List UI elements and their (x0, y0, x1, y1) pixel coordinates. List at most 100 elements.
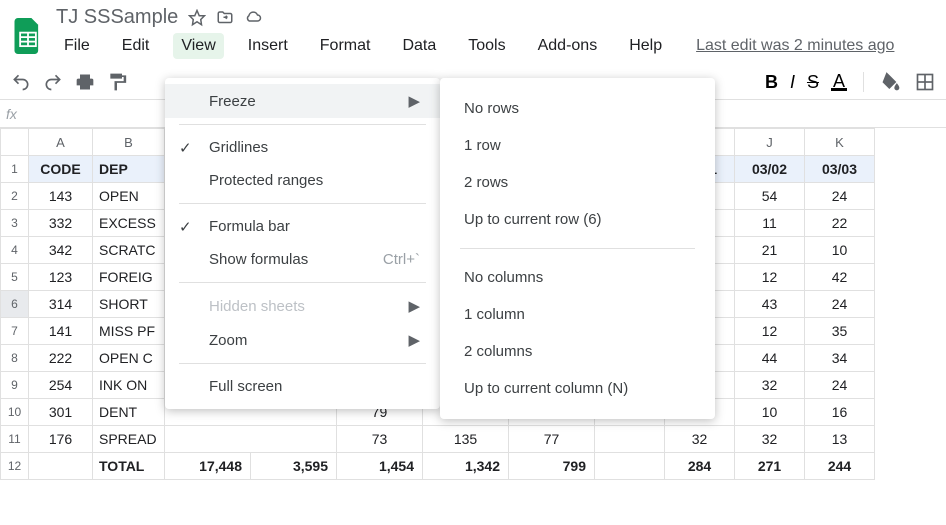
cell[interactable]: 24 (805, 372, 875, 399)
col-header[interactable]: A (29, 129, 93, 156)
cell[interactable]: 301 (29, 399, 93, 426)
row-header[interactable]: 2 (1, 183, 29, 210)
col-header[interactable]: B (93, 129, 165, 156)
sheets-logo-icon[interactable] (10, 13, 46, 59)
cell[interactable]: INK ON (93, 372, 165, 399)
freeze-1-row[interactable]: 1 row (440, 127, 715, 164)
cell[interactable]: 254 (29, 372, 93, 399)
cell[interactable]: 10 (805, 237, 875, 264)
cell[interactable]: 10 (735, 399, 805, 426)
corner-cell[interactable] (1, 129, 29, 156)
cell[interactable]: 44 (735, 345, 805, 372)
menu-tools[interactable]: Tools (460, 33, 513, 59)
menu-view[interactable]: View (173, 33, 223, 59)
cell[interactable]: SHORT (93, 291, 165, 318)
row-header[interactable]: 10 (1, 399, 29, 426)
cell[interactable]: 22 (805, 210, 875, 237)
row-header[interactable]: 12 (1, 453, 29, 480)
cell[interactable]: 24 (805, 183, 875, 210)
cell[interactable] (595, 453, 665, 480)
cell[interactable]: 141 (29, 318, 93, 345)
cell[interactable]: 43 (735, 291, 805, 318)
strikethrough-button[interactable]: S (807, 72, 819, 93)
cell[interactable]: 03/02 (735, 156, 805, 183)
freeze-2-columns[interactable]: 2 columns (440, 333, 715, 370)
cell[interactable]: TOTAL (93, 453, 165, 480)
row-header[interactable]: 8 (1, 345, 29, 372)
cell[interactable]: 244 (805, 453, 875, 480)
move-icon[interactable] (216, 9, 234, 27)
cell[interactable] (595, 426, 665, 453)
cell[interactable]: 21 (735, 237, 805, 264)
cell[interactable]: FOREIG (93, 264, 165, 291)
cell[interactable]: 35 (805, 318, 875, 345)
cell[interactable]: 32 (735, 426, 805, 453)
borders-icon[interactable] (914, 71, 936, 93)
undo-icon[interactable] (10, 71, 32, 93)
italic-button[interactable]: I (790, 72, 795, 93)
print-icon[interactable] (74, 71, 96, 93)
row-header[interactable]: 4 (1, 237, 29, 264)
cell[interactable]: 24 (805, 291, 875, 318)
cell[interactable]: 799 (509, 453, 595, 480)
redo-icon[interactable] (42, 71, 64, 93)
menu-item-freeze[interactable]: Freeze▶ (165, 84, 440, 118)
cell[interactable]: 12 (735, 264, 805, 291)
cell[interactable]: 12 (735, 318, 805, 345)
menu-data[interactable]: Data (394, 33, 444, 59)
cell[interactable] (29, 453, 93, 480)
col-header[interactable]: J (735, 129, 805, 156)
cloud-icon[interactable] (244, 9, 262, 27)
last-edit-link[interactable]: Last edit was 2 minutes ago (696, 37, 894, 55)
col-header[interactable]: K (805, 129, 875, 156)
text-color-button[interactable]: A (831, 74, 847, 91)
cell[interactable]: 176 (29, 426, 93, 453)
cell[interactable]: 342 (29, 237, 93, 264)
cell[interactable]: 314 (29, 291, 93, 318)
menu-item-formula-bar[interactable]: ✓Formula bar (165, 210, 440, 243)
freeze-2-rows[interactable]: 2 rows (440, 164, 715, 201)
row-header[interactable]: 6 (1, 291, 29, 318)
freeze-1-column[interactable]: 1 column (440, 296, 715, 333)
cell[interactable]: 284 (665, 453, 735, 480)
freeze-no-rows[interactable]: No rows (440, 90, 715, 127)
menu-item-gridlines[interactable]: ✓Gridlines (165, 131, 440, 164)
cell[interactable]: 222 (29, 345, 93, 372)
menu-item-protected-ranges[interactable]: Protected ranges (165, 164, 440, 197)
freeze-up-to-column[interactable]: Up to current column (N) (440, 370, 715, 407)
bold-button[interactable]: B (765, 72, 778, 93)
menu-item-show-formulas[interactable]: Show formulasCtrl+` (165, 243, 440, 276)
menu-item-full-screen[interactable]: Full screen (165, 370, 440, 403)
cell[interactable]: 13 (805, 426, 875, 453)
cell[interactable]: 1,342 (423, 453, 509, 480)
cell[interactable]: 1,454 (337, 453, 423, 480)
cell[interactable]: 54 (735, 183, 805, 210)
star-icon[interactable] (188, 9, 206, 27)
cell[interactable]: DENT (93, 399, 165, 426)
cell[interactable]: MISS PF (93, 318, 165, 345)
cell[interactable]: SCRATC (93, 237, 165, 264)
freeze-up-to-row[interactable]: Up to current row (6) (440, 201, 715, 238)
cell[interactable]: 271 (735, 453, 805, 480)
row-header[interactable]: 7 (1, 318, 29, 345)
row-header[interactable]: 5 (1, 264, 29, 291)
menu-addons[interactable]: Add-ons (530, 33, 606, 59)
cell[interactable]: CODE (29, 156, 93, 183)
cell[interactable]: EXCESS (93, 210, 165, 237)
cell[interactable]: 11 (735, 210, 805, 237)
cell[interactable]: 3,595 (251, 453, 337, 480)
cell[interactable]: OPEN (93, 183, 165, 210)
row-header[interactable]: 1 (1, 156, 29, 183)
row-header[interactable]: 3 (1, 210, 29, 237)
cell[interactable]: 135 (423, 426, 509, 453)
menu-item-zoom[interactable]: Zoom▶ (165, 323, 440, 357)
menu-edit[interactable]: Edit (114, 33, 158, 59)
cell[interactable]: 123 (29, 264, 93, 291)
menu-help[interactable]: Help (621, 33, 670, 59)
cell[interactable]: 42 (805, 264, 875, 291)
cell[interactable]: 34 (805, 345, 875, 372)
fill-color-icon[interactable] (880, 71, 902, 93)
menu-format[interactable]: Format (312, 33, 379, 59)
row-header[interactable]: 11 (1, 426, 29, 453)
cell[interactable]: 332 (29, 210, 93, 237)
